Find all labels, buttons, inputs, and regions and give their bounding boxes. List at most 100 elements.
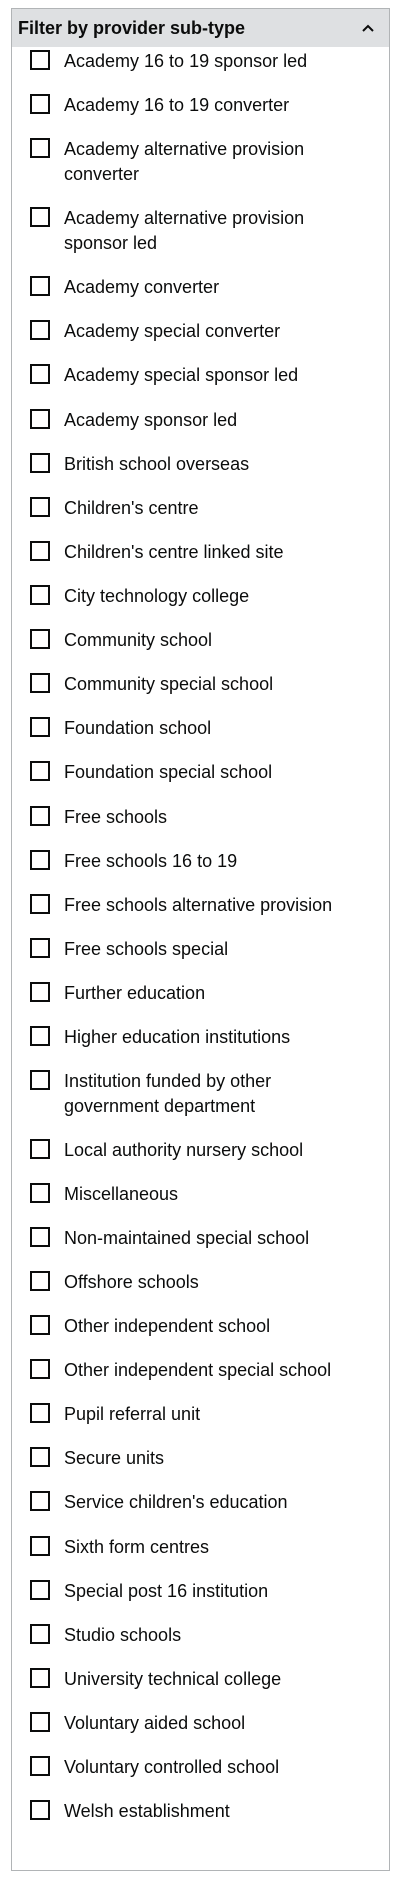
checkbox[interactable] [30, 94, 50, 114]
checkbox[interactable] [30, 1668, 50, 1688]
checkbox-label[interactable]: Studio schools [64, 1623, 364, 1648]
checkbox-label[interactable]: Community school [64, 628, 364, 653]
checkbox-label[interactable]: Special post 16 institution [64, 1579, 364, 1604]
checkbox-label[interactable]: Children's centre linked site [64, 540, 364, 565]
checkbox-label[interactable]: Other independent special school [64, 1358, 364, 1383]
checkbox-item[interactable]: Special post 16 institution [30, 1579, 370, 1604]
checkbox-item[interactable]: Academy alternative provision sponsor le… [30, 206, 370, 256]
checkbox-item[interactable]: Voluntary aided school [30, 1711, 370, 1736]
checkbox[interactable] [30, 1070, 50, 1090]
checkbox[interactable] [30, 207, 50, 227]
checkbox[interactable] [30, 629, 50, 649]
checkbox-item[interactable]: Service children's education [30, 1490, 370, 1515]
checkbox-item[interactable]: Sixth form centres [30, 1535, 370, 1560]
checkbox[interactable] [30, 409, 50, 429]
checkbox[interactable] [30, 850, 50, 870]
checkbox-item[interactable]: Offshore schools [30, 1270, 370, 1295]
checkbox[interactable] [30, 585, 50, 605]
checkbox-label[interactable]: Academy sponsor led [64, 408, 364, 433]
checkbox[interactable] [30, 761, 50, 781]
checkbox[interactable] [30, 541, 50, 561]
checkbox-item[interactable]: Academy converter [30, 275, 370, 300]
checkbox-label[interactable]: Academy alternative provision converter [64, 137, 364, 187]
checkbox-item[interactable]: Secure units [30, 1446, 370, 1471]
checkbox-item[interactable]: Academy 16 to 19 converter [30, 93, 370, 118]
checkbox[interactable] [30, 1183, 50, 1203]
checkbox-item[interactable]: Community school [30, 628, 370, 653]
checkbox-item[interactable]: Academy 16 to 19 sponsor led [30, 49, 370, 74]
checkbox[interactable] [30, 1447, 50, 1467]
checkbox-item[interactable]: Other independent special school [30, 1358, 370, 1383]
checkbox-label[interactable]: Academy 16 to 19 sponsor led [64, 49, 364, 74]
checkbox-label[interactable]: Other independent school [64, 1314, 364, 1339]
checkbox[interactable] [30, 364, 50, 384]
checkbox[interactable] [30, 1403, 50, 1423]
checkbox[interactable] [30, 1756, 50, 1776]
filter-panel-header[interactable]: Filter by provider sub-type [12, 9, 389, 47]
checkbox-item[interactable]: Academy alternative provision converter [30, 137, 370, 187]
checkbox[interactable] [30, 453, 50, 473]
checkbox-label[interactable]: Welsh establishment [64, 1799, 364, 1824]
checkbox-label[interactable]: Academy special sponsor led [64, 363, 364, 388]
checkbox-label[interactable]: British school overseas [64, 452, 364, 477]
checkbox-label[interactable]: Community special school [64, 672, 364, 697]
checkbox-label[interactable]: Foundation school [64, 716, 364, 741]
checkbox-label[interactable]: Sixth form centres [64, 1535, 364, 1560]
checkbox-label[interactable]: Academy special converter [64, 319, 364, 344]
checkbox[interactable] [30, 1624, 50, 1644]
checkbox-item[interactable]: Institution funded by other government d… [30, 1069, 370, 1119]
checkbox-item[interactable]: Academy special converter [30, 319, 370, 344]
checkbox-item[interactable]: Studio schools [30, 1623, 370, 1648]
checkbox-label[interactable]: Offshore schools [64, 1270, 364, 1295]
checkbox-item[interactable]: Further education [30, 981, 370, 1006]
checkbox-label[interactable]: Free schools 16 to 19 [64, 849, 364, 874]
checkbox[interactable] [30, 673, 50, 693]
checkbox-label[interactable]: Free schools [64, 805, 364, 830]
checkbox-item[interactable]: Higher education institutions [30, 1025, 370, 1050]
checkbox[interactable] [30, 982, 50, 1002]
checkbox[interactable] [30, 717, 50, 737]
checkbox-label[interactable]: Voluntary controlled school [64, 1755, 364, 1780]
checkbox-label[interactable]: Miscellaneous [64, 1182, 364, 1207]
checkbox[interactable] [30, 50, 50, 70]
checkbox[interactable] [30, 806, 50, 826]
checkbox-item[interactable]: Other independent school [30, 1314, 370, 1339]
checkbox-item[interactable]: British school overseas [30, 452, 370, 477]
checkbox-label[interactable]: Children's centre [64, 496, 364, 521]
checkbox[interactable] [30, 1536, 50, 1556]
checkbox-item[interactable]: Free schools special [30, 937, 370, 962]
checkbox[interactable] [30, 1491, 50, 1511]
checkbox-label[interactable]: Non-maintained special school [64, 1226, 364, 1251]
chevron-up-icon[interactable] [359, 19, 377, 37]
checkbox-item[interactable]: Academy sponsor led [30, 408, 370, 433]
checkbox[interactable] [30, 1271, 50, 1291]
checkbox[interactable] [30, 276, 50, 296]
checkbox[interactable] [30, 1580, 50, 1600]
checkbox-item[interactable]: Non-maintained special school [30, 1226, 370, 1251]
checkbox-label[interactable]: Foundation special school [64, 760, 364, 785]
checkbox-item[interactable]: City technology college [30, 584, 370, 609]
checkbox[interactable] [30, 1026, 50, 1046]
checkbox[interactable] [30, 320, 50, 340]
checkbox-label[interactable]: Pupil referral unit [64, 1402, 364, 1427]
checkbox[interactable] [30, 1712, 50, 1732]
checkbox-label[interactable]: Secure units [64, 1446, 364, 1471]
checkbox-label[interactable]: Academy converter [64, 275, 364, 300]
checkbox-item[interactable]: Free schools [30, 805, 370, 830]
checkbox[interactable] [30, 938, 50, 958]
checkbox-item[interactable]: Foundation special school [30, 760, 370, 785]
checkbox-item[interactable]: Pupil referral unit [30, 1402, 370, 1427]
checkbox[interactable] [30, 497, 50, 517]
checkbox-label[interactable]: Further education [64, 981, 364, 1006]
checkbox-item[interactable]: Local authority nursery school [30, 1138, 370, 1163]
checkbox-item[interactable]: Children's centre linked site [30, 540, 370, 565]
checkbox-item[interactable]: Children's centre [30, 496, 370, 521]
checkbox-item[interactable]: Foundation school [30, 716, 370, 741]
checkbox-item[interactable]: Academy special sponsor led [30, 363, 370, 388]
checkbox-item[interactable]: Community special school [30, 672, 370, 697]
checkbox-label[interactable]: Academy 16 to 19 converter [64, 93, 364, 118]
checkbox[interactable] [30, 1315, 50, 1335]
checkbox-label[interactable]: University technical college [64, 1667, 364, 1692]
checkbox-label[interactable]: Service children's education [64, 1490, 364, 1515]
checkbox-label[interactable]: Free schools special [64, 937, 364, 962]
